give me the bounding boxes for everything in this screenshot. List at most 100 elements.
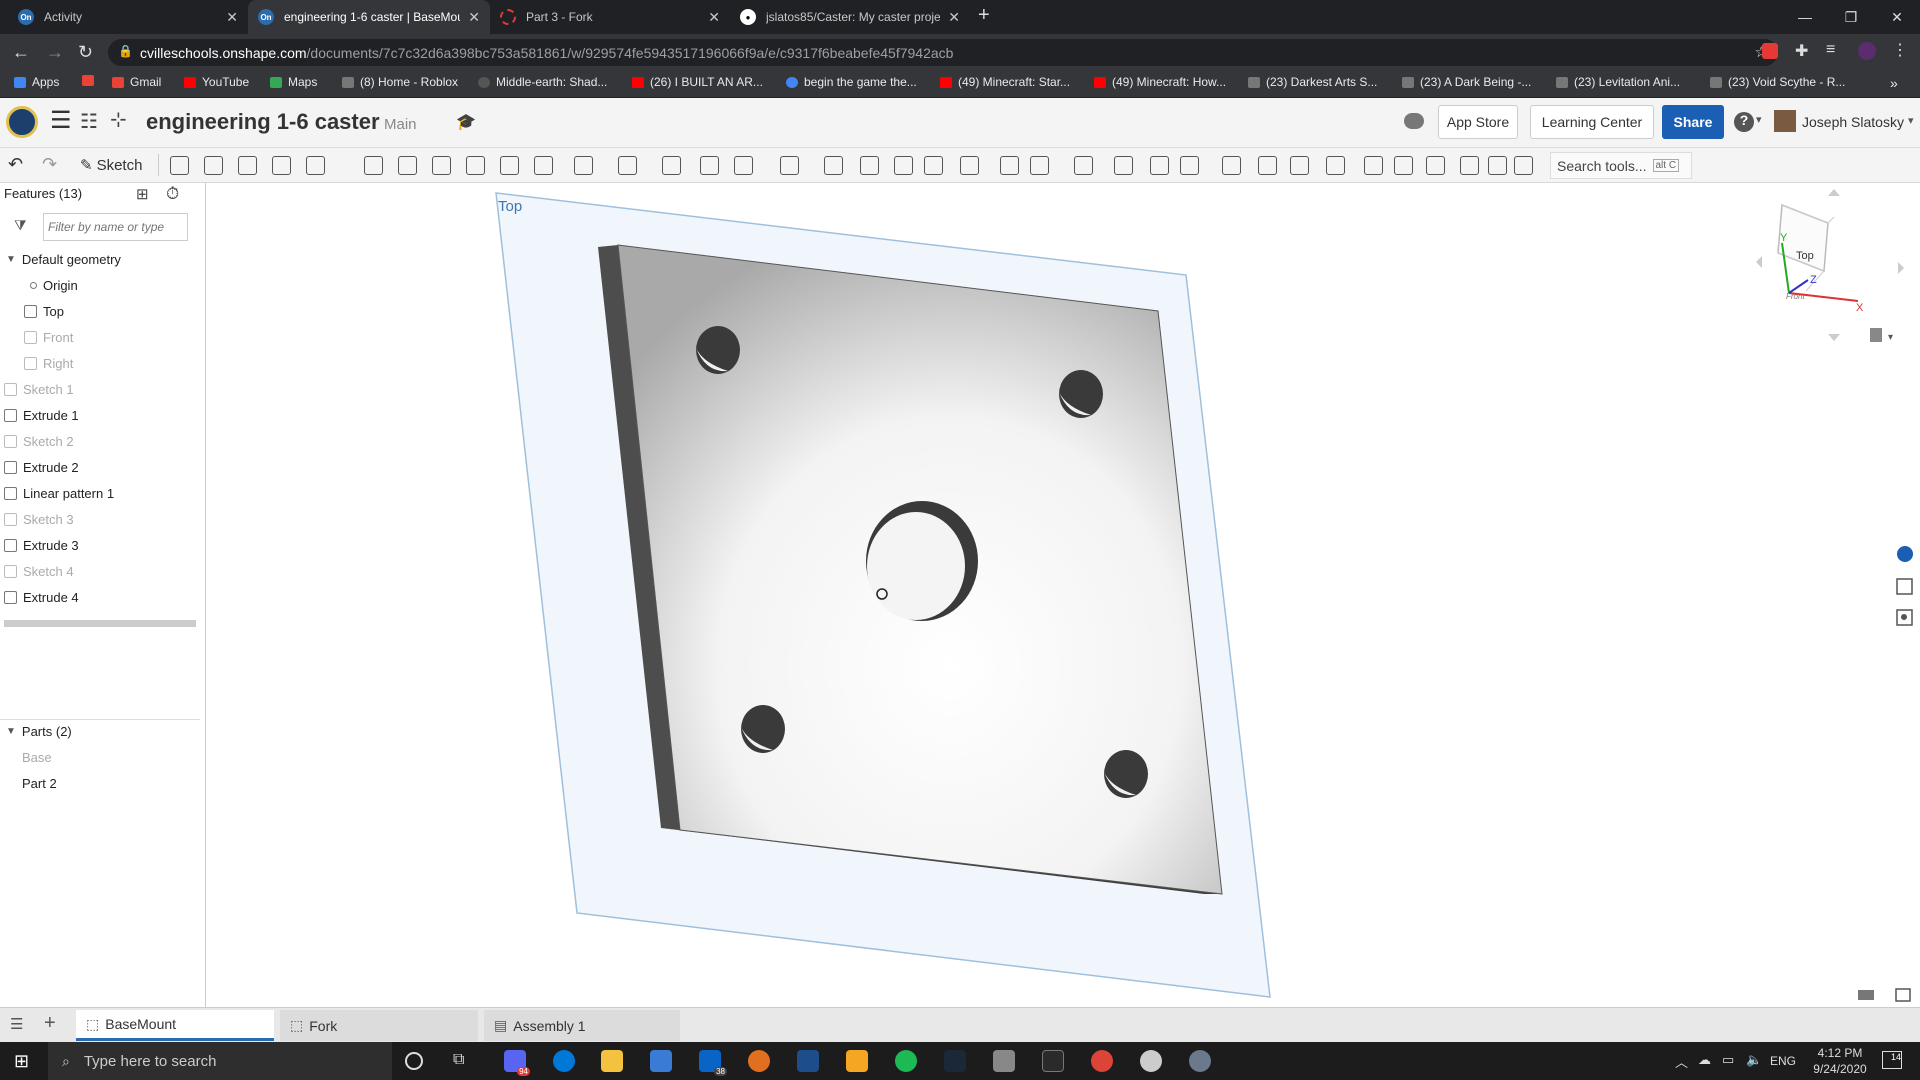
reload-icon[interactable]: ↻ bbox=[78, 42, 93, 63]
redo-icon[interactable]: ↷ bbox=[42, 154, 57, 175]
bookmark-gmail[interactable] bbox=[82, 75, 100, 86]
search-tools-input[interactable]: Search tools... alt C bbox=[1550, 152, 1692, 179]
feature-item[interactable]: Top bbox=[24, 301, 64, 321]
share-button[interactable]: Share bbox=[1662, 105, 1724, 139]
document-title[interactable]: engineering 1-6 caster bbox=[146, 109, 380, 135]
volume-icon[interactable]: 🔈 bbox=[1746, 1052, 1762, 1068]
hole-tool-icon[interactable] bbox=[534, 156, 553, 175]
replace-face-icon[interactable] bbox=[924, 156, 943, 175]
feature-item[interactable]: Origin bbox=[30, 275, 78, 295]
avatar[interactable] bbox=[1774, 110, 1796, 132]
tab-tool-icon[interactable] bbox=[1326, 156, 1345, 175]
thicken-tool-icon[interactable] bbox=[306, 156, 325, 175]
feature-item[interactable]: Front bbox=[24, 327, 73, 347]
mount-hole-3[interactable] bbox=[741, 705, 785, 753]
mount-hole-2[interactable] bbox=[1059, 370, 1103, 418]
store-icon[interactable] bbox=[650, 1050, 672, 1072]
plane-tool-icon[interactable] bbox=[1030, 156, 1049, 175]
frame-tool-icon[interactable] bbox=[1514, 156, 1533, 175]
chevron-down-icon[interactable]: ▾ bbox=[1756, 113, 1762, 126]
joint-icon[interactable] bbox=[1488, 156, 1507, 175]
close-icon[interactable]: ✕ bbox=[226, 9, 238, 26]
notifications-icon[interactable]: 14 bbox=[1882, 1051, 1902, 1069]
bookmark-middle-earth[interactable]: Middle-earth: Shad... bbox=[478, 75, 607, 89]
browser-tab-activity[interactable]: On Activity ✕ bbox=[8, 0, 248, 34]
app-icon[interactable] bbox=[846, 1050, 868, 1072]
extension-icon[interactable] bbox=[1762, 43, 1778, 59]
minimize-button[interactable]: — bbox=[1782, 0, 1828, 34]
branch-label[interactable]: Main bbox=[384, 116, 417, 133]
expand-icon[interactable] bbox=[1895, 988, 1911, 1002]
feature-filter-input[interactable] bbox=[43, 213, 188, 241]
mirror-tool-icon[interactable] bbox=[618, 156, 637, 175]
comment-icon[interactable] bbox=[1404, 113, 1424, 129]
sheet-metal-icon[interactable] bbox=[1000, 156, 1019, 175]
steam-icon[interactable] bbox=[944, 1050, 966, 1072]
appearance-icon[interactable] bbox=[1897, 546, 1913, 562]
browser-tab-engineering[interactable]: On engineering 1-6 caster | BaseMou ✕ bbox=[248, 0, 490, 34]
fillet-tool-icon[interactable] bbox=[364, 156, 383, 175]
media-icon[interactable]: ≡ bbox=[1826, 41, 1835, 59]
tab-list-icon[interactable]: ☰ bbox=[10, 1015, 23, 1033]
close-icon[interactable]: ✕ bbox=[708, 9, 720, 26]
feature-item[interactable]: Right bbox=[24, 353, 73, 373]
feature-item[interactable]: Extrude 2 bbox=[4, 457, 79, 477]
tab-basemount[interactable]: ⬚ BaseMount bbox=[76, 1010, 274, 1041]
task-view-icon[interactable]: ⧉ bbox=[453, 1051, 464, 1069]
chrome-icon[interactable] bbox=[1091, 1050, 1113, 1072]
modify-fillet-icon[interactable] bbox=[824, 156, 843, 175]
bookmark-minecraft-1[interactable]: (49) Minecraft: Star... bbox=[940, 75, 1070, 89]
cortana-icon[interactable] bbox=[405, 1052, 423, 1070]
helix-tool-icon[interactable] bbox=[1074, 156, 1093, 175]
url-field[interactable]: 🔒 cvilleschools.onshape.com/documents/7c… bbox=[108, 39, 1778, 66]
bookmark-maps[interactable]: Maps bbox=[270, 75, 317, 89]
tab-fork[interactable]: ⬚ Fork bbox=[280, 1010, 478, 1041]
help-icon[interactable]: ? bbox=[1734, 112, 1754, 132]
tab-assembly-1[interactable]: ▤ Assembly 1 bbox=[484, 1010, 680, 1041]
hem-tool-icon[interactable] bbox=[1290, 156, 1309, 175]
revolve-tool-icon[interactable] bbox=[204, 156, 223, 175]
network-icon[interactable]: ▭ bbox=[1722, 1052, 1734, 1068]
bookmark-apps[interactable]: Apps bbox=[14, 75, 59, 89]
mount-hole-1[interactable] bbox=[696, 326, 740, 374]
close-icon[interactable]: ✕ bbox=[468, 9, 480, 26]
epic-games-icon[interactable] bbox=[1042, 1050, 1064, 1072]
close-window-button[interactable]: ✕ bbox=[1874, 0, 1920, 34]
split-tool-icon[interactable] bbox=[700, 156, 719, 175]
bookmark-youtube-video[interactable]: (26) I BUILT AN AR... bbox=[632, 75, 763, 89]
clock[interactable]: 4:12 PM 9/24/2020 bbox=[1810, 1045, 1870, 1077]
move-face-icon[interactable] bbox=[894, 156, 913, 175]
browser-tab-github[interactable]: ● jslatos85/Caster: My caster proje ✕ bbox=[730, 0, 970, 34]
rollback-bar[interactable] bbox=[4, 620, 196, 627]
feature-item[interactable]: Extrude 1 bbox=[4, 405, 79, 425]
flange-tool-icon[interactable] bbox=[1258, 156, 1277, 175]
edge-icon[interactable] bbox=[553, 1050, 575, 1072]
transform-tool-icon[interactable] bbox=[734, 156, 753, 175]
bend-relief-icon[interactable] bbox=[1460, 156, 1479, 175]
chamfer-tool-icon[interactable] bbox=[398, 156, 417, 175]
restore-button[interactable]: ❐ bbox=[1828, 0, 1874, 34]
language-indicator[interactable]: ENG bbox=[1770, 1054, 1796, 1068]
parts-group[interactable]: ▼ Parts (2) bbox=[6, 721, 72, 741]
feature-item[interactable]: Sketch 3 bbox=[4, 509, 74, 529]
add-folder-icon[interactable]: ⊞ bbox=[136, 185, 149, 203]
bookmark-gmail-link[interactable]: Gmail bbox=[112, 75, 161, 89]
profile-avatar[interactable] bbox=[1858, 42, 1876, 60]
app-store-button[interactable]: App Store bbox=[1438, 105, 1518, 139]
feature-item[interactable]: Sketch 1 bbox=[4, 379, 74, 399]
puzzle-icon[interactable]: ✚ bbox=[1795, 41, 1808, 61]
app-icon[interactable] bbox=[797, 1050, 819, 1072]
cloud-icon[interactable]: ☁ bbox=[1698, 1052, 1711, 1068]
loft-tool-icon[interactable] bbox=[272, 156, 291, 175]
printer-icon[interactable] bbox=[1858, 990, 1874, 1000]
bend-tool-icon[interactable] bbox=[1364, 156, 1383, 175]
sweep-tool-icon[interactable] bbox=[238, 156, 257, 175]
forward-icon[interactable]: → bbox=[46, 42, 64, 63]
default-geometry-group[interactable]: ▼ Default geometry bbox=[6, 249, 121, 269]
mate-connector-icon[interactable] bbox=[1114, 156, 1133, 175]
bookmark-void-scythe[interactable]: (23) Void Scythe - R... bbox=[1710, 75, 1845, 89]
render-icon[interactable] bbox=[1896, 609, 1913, 626]
sheet-metal-model-icon[interactable] bbox=[1222, 156, 1241, 175]
boolean-tool-icon[interactable] bbox=[662, 156, 681, 175]
bookmark-minecraft-2[interactable]: (49) Minecraft: How... bbox=[1094, 75, 1226, 89]
